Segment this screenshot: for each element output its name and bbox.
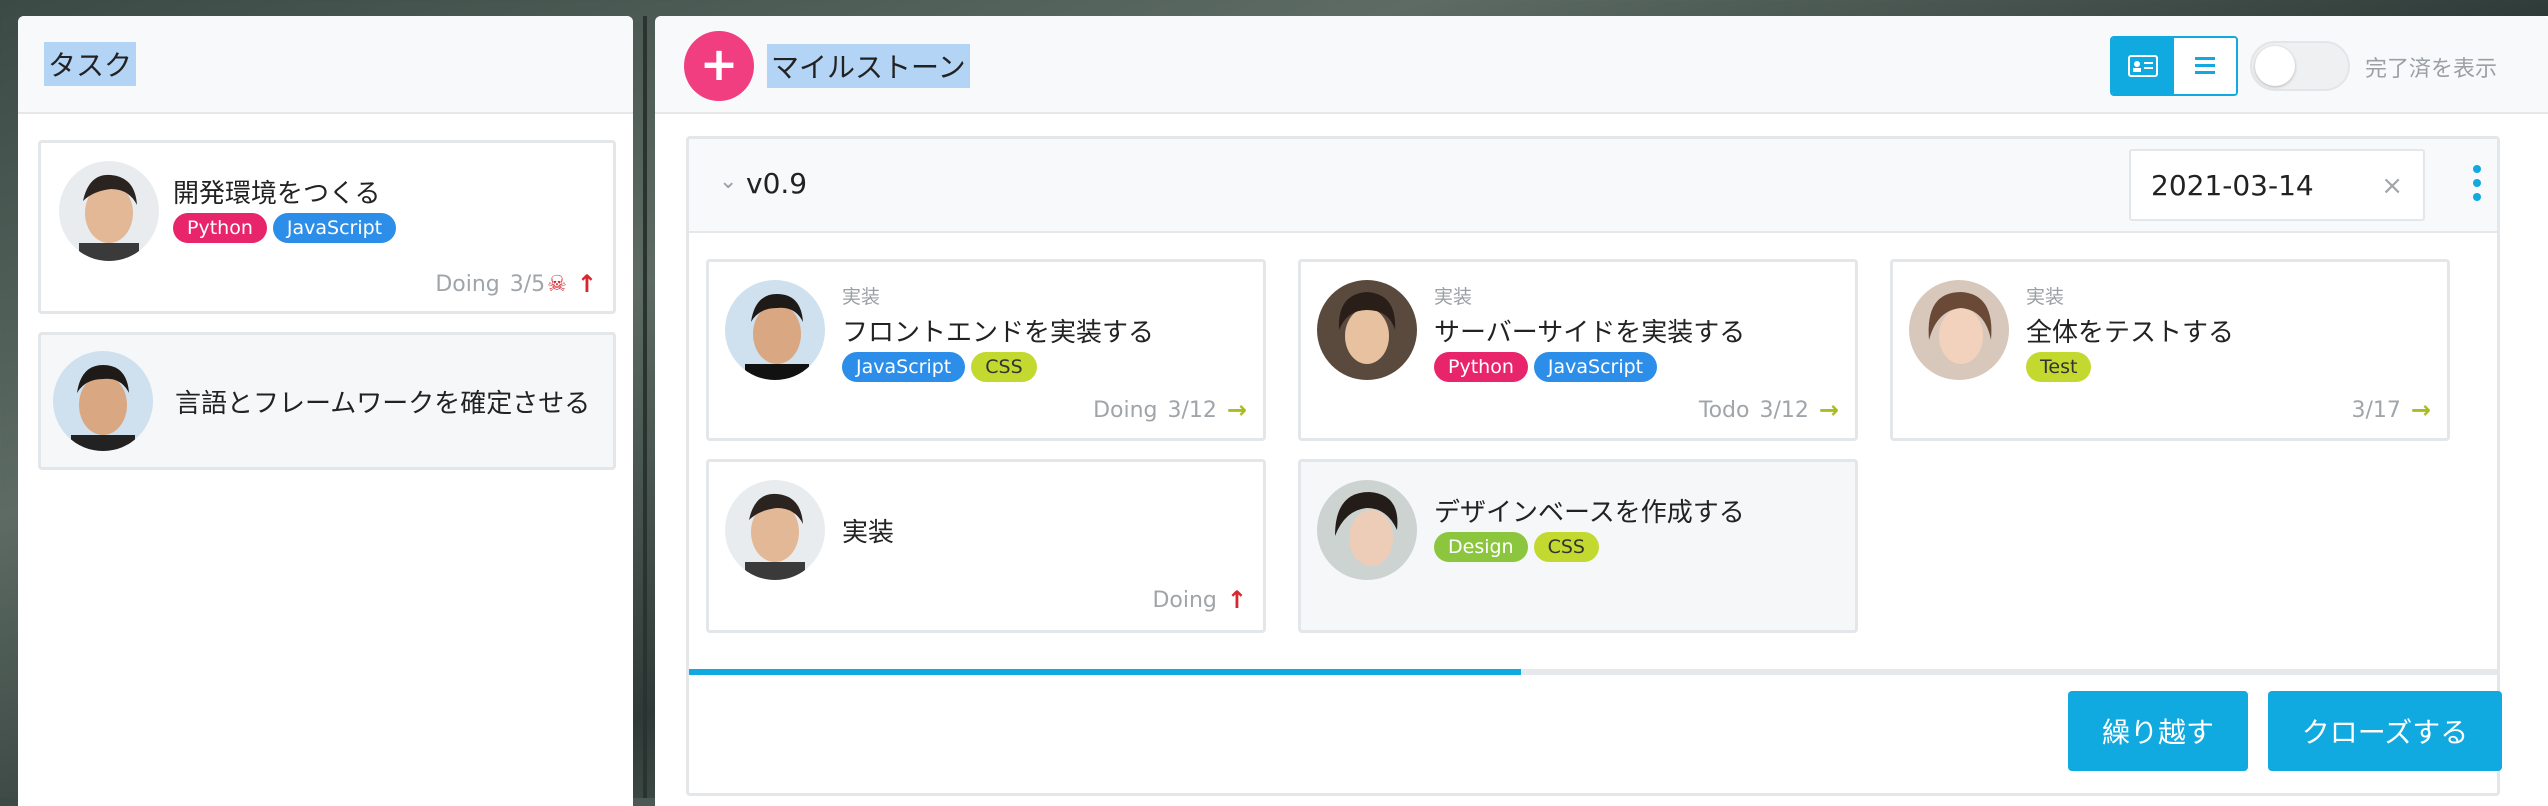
arrow-right-icon[interactable]: → <box>1227 396 1247 424</box>
plus-icon: + <box>699 37 739 91</box>
tasks-panel: タスク 開発環境をつくる Python JavaScript Doing 3/5… <box>18 16 633 806</box>
tag-design: Design <box>1434 532 1528 562</box>
task-card[interactable]: 言語とフレームワークを確定させる <box>38 332 616 470</box>
milestone-title: マイルストーン <box>767 44 970 88</box>
card-category: 実装 <box>2026 286 2065 308</box>
tag-python: Python <box>1434 352 1528 382</box>
tag-list: Design CSS <box>1434 532 1599 562</box>
id-card-icon <box>2128 55 2158 77</box>
milestone-panel: + マイルストーン 完了済を表示 ⌄ v0.9 2021-03-14 × 実装 … <box>655 16 2548 806</box>
card-category: 実装 <box>1434 286 1473 308</box>
card-category: 実装 <box>842 286 881 308</box>
skull-icon: ☠ <box>547 271 567 297</box>
tag-python: Python <box>173 213 267 243</box>
milestone-head: ⌄ v0.9 2021-03-14 × <box>689 139 2497 233</box>
task-card[interactable]: 開発環境をつくる Python JavaScript Doing 3/5 ☠ ↑ <box>38 140 616 314</box>
status-text: Todo <box>1698 397 1750 423</box>
card-status: 3/17 → <box>2351 396 2431 424</box>
avatar <box>725 480 825 580</box>
task-title: 開発環境をつくる <box>173 179 381 209</box>
milestone-header: + マイルストーン 完了済を表示 <box>655 16 2548 114</box>
avatar <box>59 161 159 261</box>
milestone-task-card[interactable]: デザインベースを作成する Design CSS <box>1298 459 1858 633</box>
panel-divider <box>643 16 647 798</box>
tasks-title: タスク <box>44 42 137 86</box>
arrow-up-icon[interactable]: ↑ <box>1227 586 1247 614</box>
card-title: 実装 <box>842 518 895 548</box>
milestone-box: ⌄ v0.9 2021-03-14 × 実装 フロントエンドを実装する Java… <box>686 136 2502 796</box>
add-milestone-button[interactable]: + <box>684 31 754 101</box>
avatar <box>1317 280 1417 380</box>
milestone-task-card[interactable]: 実装 サーバーサイドを実装する Python JavaScript Todo 3… <box>1298 259 1858 441</box>
tag-list: Python JavaScript <box>173 213 397 243</box>
status-text: Doing <box>1093 397 1158 423</box>
card-view-button[interactable] <box>2112 38 2174 94</box>
tag-list: JavaScript CSS <box>842 352 1037 382</box>
due-date-value: 2021-03-14 <box>2151 169 2314 202</box>
task-title: 言語とフレームワークを確定させる <box>175 389 591 419</box>
avatar <box>1317 480 1417 580</box>
tag-list: Test <box>2026 352 2092 382</box>
list-view-button[interactable] <box>2174 38 2236 94</box>
status-text: Doing <box>435 271 500 297</box>
show-completed-label: 完了済を表示 <box>2365 57 2498 82</box>
milestone-task-card[interactable]: 実装 全体をテストする Test 3/17 → <box>1890 259 2450 441</box>
milestone-name[interactable]: v0.9 <box>746 167 807 200</box>
due-date-field[interactable]: 2021-03-14 × <box>2129 149 2425 221</box>
tag-test: Test <box>2026 352 2092 382</box>
more-menu-icon[interactable] <box>2472 165 2482 201</box>
tasks-header: タスク <box>18 16 633 114</box>
status-text: Doing <box>1152 587 1217 613</box>
clear-icon[interactable]: × <box>2381 171 2403 201</box>
arrow-right-icon[interactable]: → <box>2411 396 2431 424</box>
progress-fill <box>689 669 1521 675</box>
arrow-right-icon[interactable]: → <box>1819 396 1839 424</box>
tag-css: CSS <box>971 352 1037 382</box>
card-status: Doing ↑ <box>1152 586 1247 614</box>
milestone-task-card[interactable]: 実装 フロントエンドを実装する JavaScript CSS Doing 3/1… <box>706 259 1266 441</box>
tag-javascript: JavaScript <box>272 213 397 243</box>
view-toggle <box>2110 36 2238 96</box>
chevron-down-icon[interactable]: ⌄ <box>719 169 737 194</box>
milestone-task-card[interactable]: 実装 Doing ↑ <box>706 459 1266 633</box>
close-milestone-button[interactable]: クローズする <box>2268 691 2502 771</box>
toggle-knob <box>2255 46 2295 86</box>
card-status: Doing 3/12 → <box>1093 396 1247 424</box>
show-completed-toggle[interactable] <box>2250 41 2350 91</box>
avatar <box>53 351 153 451</box>
tag-css: CSS <box>1533 532 1599 562</box>
subtask-count: 3/12 <box>1167 397 1217 423</box>
milestone-progress-bar <box>689 669 2497 675</box>
card-title: フロントエンドを実装する <box>842 318 1155 348</box>
card-title: デザインベースを作成する <box>1434 498 1745 528</box>
tag-javascript: JavaScript <box>842 352 966 382</box>
list-icon <box>2195 57 2215 74</box>
subtask-count: 3/5 <box>509 271 546 297</box>
avatar <box>1909 280 2009 380</box>
task-status: Doing 3/5 ☠ ↑ <box>435 270 597 298</box>
arrow-up-icon[interactable]: ↑ <box>577 270 597 298</box>
avatar <box>725 280 825 380</box>
tag-javascript: JavaScript <box>1533 352 1658 382</box>
card-title: 全体をテストする <box>2026 318 2235 348</box>
subtask-count: 3/12 <box>1759 397 1809 423</box>
card-status: Todo 3/12 → <box>1699 396 1839 424</box>
subtask-count: 3/17 <box>2351 397 2401 423</box>
tag-list: Python JavaScript <box>1434 352 1658 382</box>
carry-over-button[interactable]: 繰り越す <box>2068 691 2248 771</box>
card-title: サーバーサイドを実装する <box>1434 318 1746 348</box>
